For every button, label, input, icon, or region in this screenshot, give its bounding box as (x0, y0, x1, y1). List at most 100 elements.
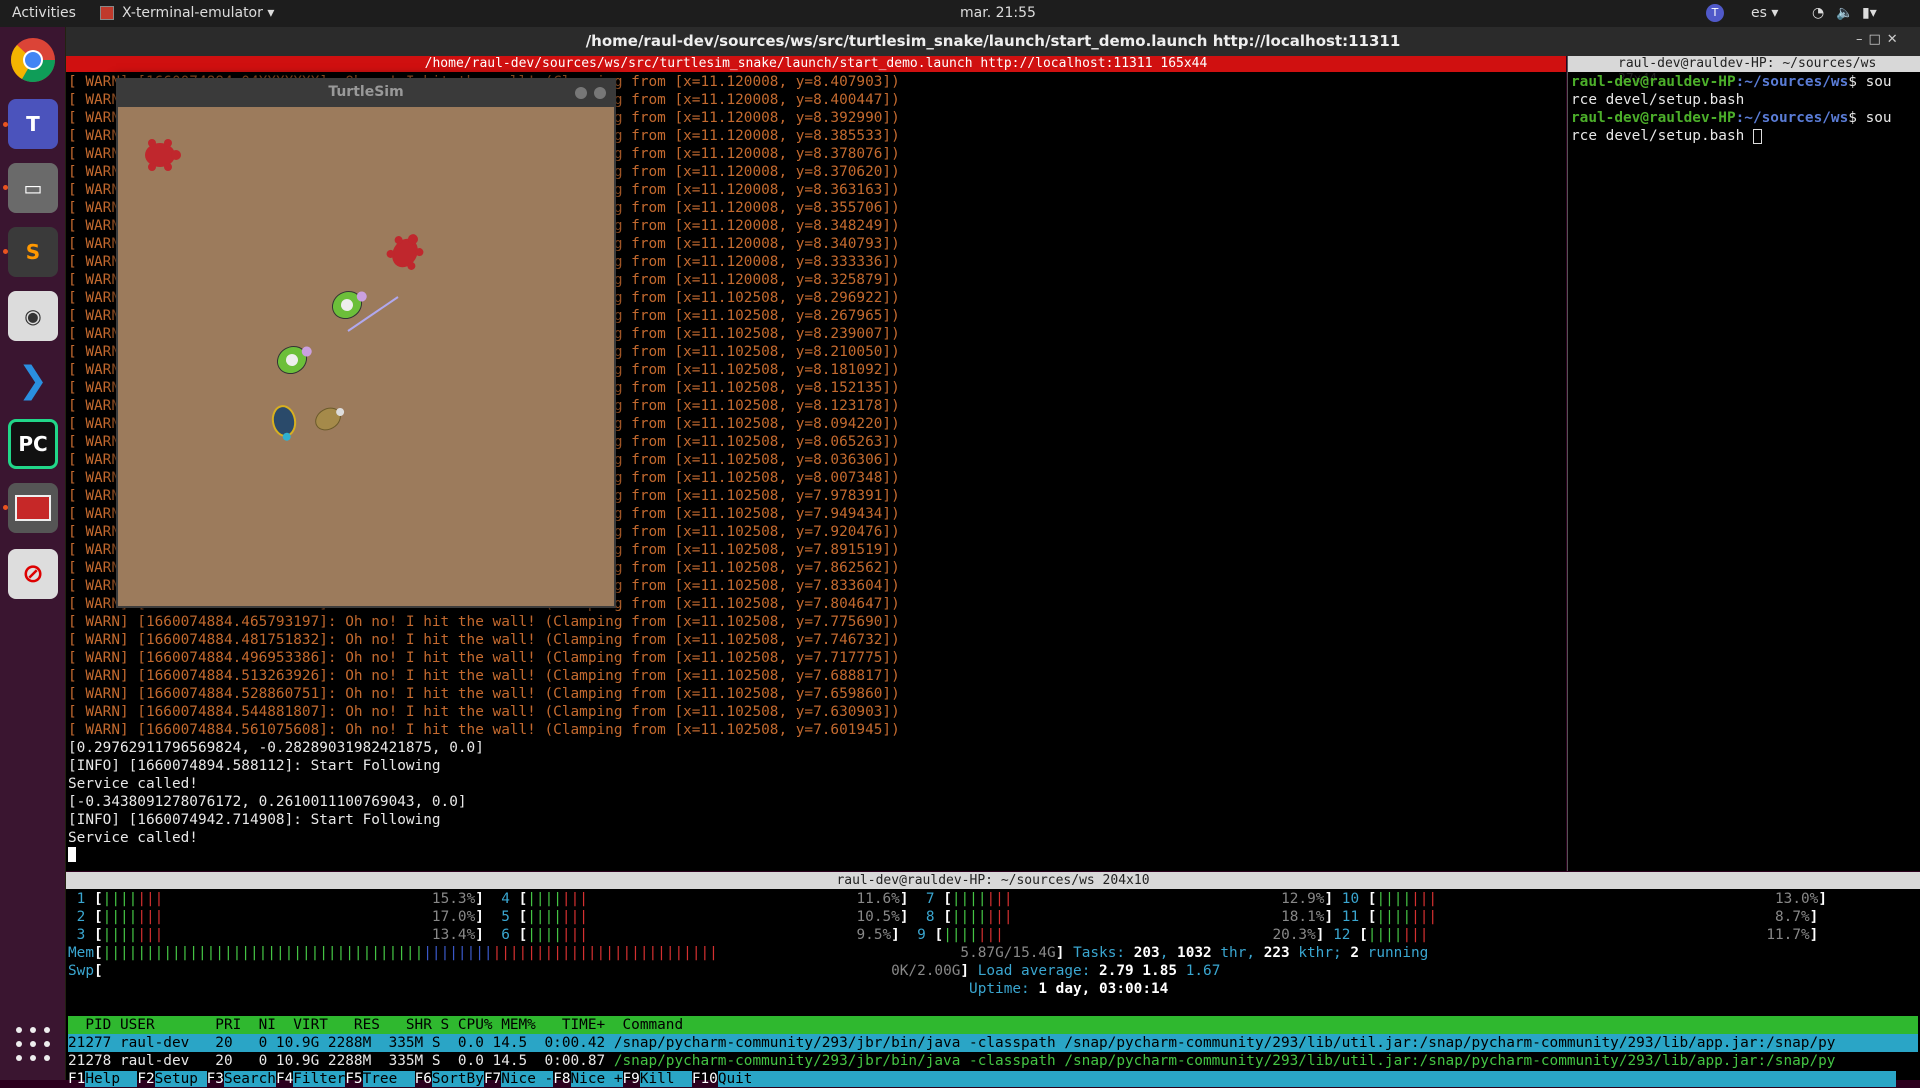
htop-text: Load average: (969, 963, 1100, 979)
htop-text (1333, 891, 1342, 907)
turtlesim-close-icon[interactable] (594, 87, 606, 99)
fkey-number: F4 (275, 1071, 294, 1087)
fkey-nice-button[interactable]: Nice + (570, 1071, 623, 1087)
fkey-number: F6 (414, 1071, 432, 1087)
cursor (1752, 128, 1762, 144)
htop-text: ||| (561, 891, 588, 907)
close-icon[interactable]: ✕ (1887, 32, 1904, 47)
fkey-kill-button[interactable]: Kill (639, 1071, 692, 1087)
command-text: rce devel/setup.bash (1571, 92, 1745, 108)
volume-icon[interactable]: 🔈 (1836, 5, 1853, 21)
cpu-number: 11 (1341, 909, 1368, 925)
load-15: 1.67 (1185, 963, 1221, 979)
cpu-percent: 12.9% (1281, 891, 1325, 907)
blocked-icon[interactable]: ⊘ (8, 549, 58, 599)
swap-meter-row: Swp[ 0K/2.00G] Load average: 2.79 1.85 1… (68, 962, 1918, 980)
show-apps-icon[interactable] (16, 1027, 52, 1063)
right-terminal-output[interactable]: raul-dev@rauldev-HP:~/sources/ws$ sou rc… (1571, 73, 1919, 145)
fkey-quit-button[interactable]: Quit (717, 1071, 770, 1087)
terminal-pane-bottom[interactable]: raul-dev@rauldev-HP: ~/sources/ws 204x10… (66, 872, 1920, 1087)
turtle-green-1 (331, 290, 367, 320)
activities-button[interactable]: Activities (12, 5, 76, 21)
htop-text: [ (943, 909, 952, 925)
teams-tray-icon[interactable]: T (1706, 4, 1724, 22)
fkey-sortby-button[interactable]: SortBy (431, 1071, 484, 1087)
htop-text: ] (891, 927, 900, 943)
htop-output[interactable]: 1 [||||||| 15.3%] 4 [||||||| 11.6%] 7 [|… (68, 890, 1918, 1088)
command-text: $ sou (1848, 74, 1892, 90)
cpu-number: 3 (68, 927, 94, 943)
htop-text: [ (94, 927, 103, 943)
left-pane-title: /home/raul-dev/sources/ws/src/turtlesim_… (66, 56, 1566, 72)
cpu-percent: 20.3% (1272, 927, 1316, 943)
command-text: $ sou (1848, 110, 1892, 126)
app-menu[interactable]: X-terminal-emulator ▾ (122, 5, 274, 21)
htop-text: [ (518, 909, 528, 925)
process-fields: 21277 raul-dev 20 0 10.9G 2288M 335M S 0… (68, 1035, 614, 1051)
fkey-filter-button[interactable]: Filter (293, 1071, 346, 1087)
htop-text: ] (899, 909, 909, 925)
htop-text: |||| (951, 891, 987, 907)
htop-text (484, 927, 493, 943)
turtlesim-title: TurtleSim (116, 78, 616, 107)
threads-count: 1032 (1177, 945, 1212, 961)
cpu-number: 1 (68, 891, 94, 907)
minimize-icon[interactable]: – (1856, 32, 1869, 47)
command-text: rce devel/setup.bash (1571, 128, 1753, 144)
fkey-tree-button[interactable]: Tree (362, 1071, 415, 1087)
vscode-icon[interactable]: ❯ (8, 355, 58, 405)
process-table-header[interactable]: PID USER PRI NI VIRT RES SHR S CPU% MEM%… (68, 1016, 1918, 1034)
mem-value: 5.87G/15.4G (960, 945, 1056, 961)
chrome-icon[interactable] (8, 35, 58, 85)
turtlesim-minimize-icon[interactable] (575, 87, 587, 99)
battery-icon[interactable]: ▮▾ (1862, 5, 1877, 21)
log-line-warn: [ WARN] [1660074884.513263926]: Oh no! I… (68, 668, 900, 684)
turtle-blue (271, 405, 297, 441)
prompt-path: :~/sources/ws (1735, 74, 1849, 90)
clock[interactable]: mar. 21:55 (960, 5, 1036, 21)
maximize-icon[interactable]: □ (1869, 32, 1887, 47)
turtlesim-window[interactable]: TurtleSim (116, 78, 616, 608)
htop-text (1177, 963, 1186, 979)
pycharm-icon[interactable]: PC (8, 419, 58, 469)
turtle-red-1 (145, 139, 181, 171)
htop-text: |||| (1376, 909, 1412, 925)
fkey-nice-button[interactable]: Nice - (501, 1071, 554, 1087)
log-line-warn: [ WARN] [1660074884.465793197]: Oh no! I… (68, 614, 900, 630)
process-row[interactable]: 21277 raul-dev 20 0 10.9G 2288M 335M S 0… (68, 1034, 1918, 1052)
terminal-app-icon (100, 6, 114, 20)
mem-meter-row: Mem[||||||||||||||||||||||||||||||||||||… (68, 944, 1918, 962)
cpu-number: 4 (492, 891, 519, 907)
files-icon[interactable]: ▭ (8, 163, 58, 213)
htop-text (103, 963, 891, 979)
cpu-number: 9 (908, 927, 935, 943)
prompt-user: raul-dev@rauldev-HP (1571, 74, 1736, 90)
teams-icon[interactable]: T (8, 99, 58, 149)
window-controls[interactable]: –□✕ (1856, 32, 1904, 47)
htop-text (163, 927, 432, 943)
log-line-warn: [ WARN] [1660074884.528860751]: Oh no! I… (68, 686, 900, 702)
terminal-pane-right[interactable]: raul-dev@rauldev-HP: ~/sources/ws 37x44 … (1567, 56, 1920, 871)
process-row[interactable]: 21278 raul-dev 20 0 10.9G 2288M 335M S 0… (68, 1052, 1918, 1070)
htop-text (588, 909, 857, 925)
sublime-icon[interactable]: S (8, 227, 58, 277)
turtle-red-2 (386, 234, 424, 270)
cpu-percent: 10.5% (856, 909, 900, 925)
fkey-help-button[interactable]: Help (85, 1071, 138, 1087)
htop-text: ||| (137, 891, 164, 907)
language-menu[interactable]: es ▾ (1751, 5, 1778, 21)
log-line: [INFO] [1660074942.714908]: Start Follow… (68, 812, 441, 828)
htop-text (1333, 909, 1342, 925)
window-title: /home/raul-dev/sources/ws/src/turtlesim_… (66, 27, 1920, 56)
cpu-number: 7 (917, 891, 944, 907)
htop-text (163, 891, 432, 907)
cpu-percent: 13.0% (1775, 891, 1819, 907)
fkey-search-button[interactable]: Search (223, 1071, 276, 1087)
wifi-icon[interactable]: ◔ (1812, 5, 1824, 21)
swap-label: Swp (68, 963, 94, 979)
camera-icon[interactable]: ◉ (8, 291, 58, 341)
htop-text (1428, 927, 1766, 943)
terminator-icon[interactable] (8, 483, 58, 533)
htop-text: [ (1359, 927, 1368, 943)
fkey-setup-button[interactable]: Setup (154, 1071, 207, 1087)
